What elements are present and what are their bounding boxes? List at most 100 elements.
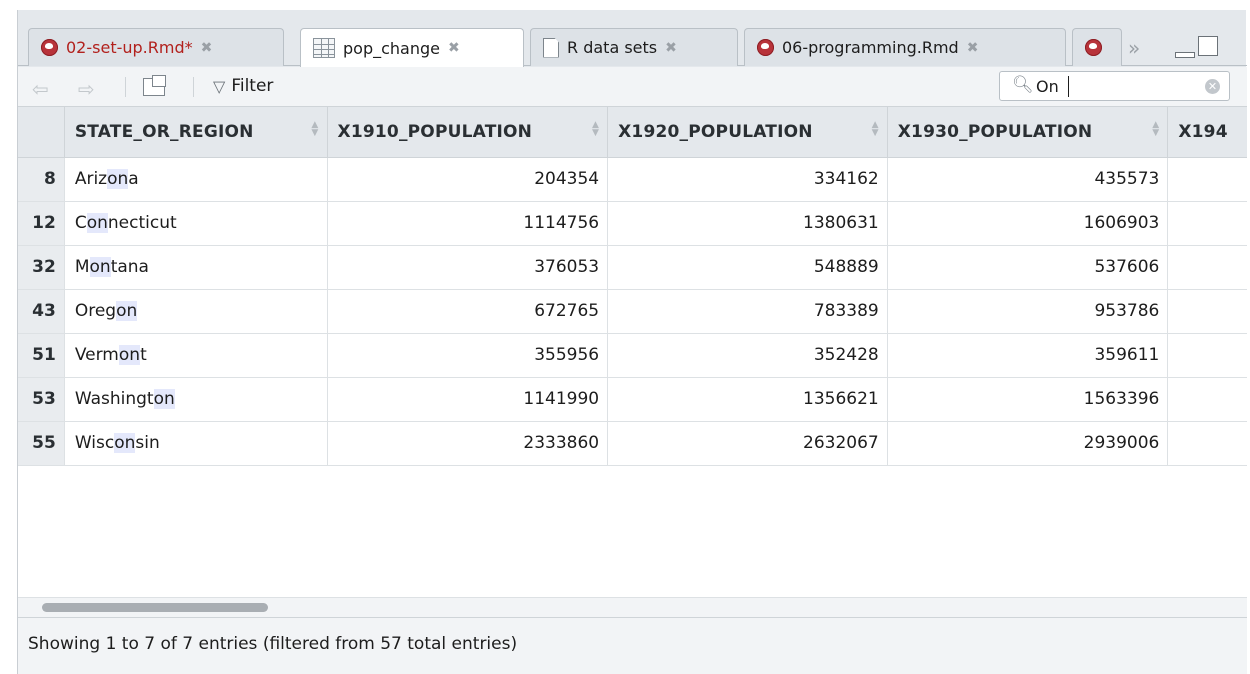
population-cell: 1114756 — [327, 201, 609, 246]
population-cell: 204354 — [327, 157, 609, 202]
table-row[interactable]: 55 Wisconsin 2333860 2632067 2939006 — [18, 421, 1247, 466]
popout-window-icon[interactable] — [143, 75, 166, 96]
entries-summary: Showing 1 to 7 of 7 entries (filtered fr… — [28, 634, 518, 654]
population-cell: 672765 — [327, 289, 609, 334]
tab-02-set-up[interactable]: 02-set-up.Rmd* ✖ — [28, 28, 284, 66]
population-cell: 783389 — [607, 289, 888, 334]
population-cell-partial — [1167, 333, 1247, 378]
close-icon[interactable]: ✖ — [967, 40, 979, 56]
column-header-state[interactable]: STATE_OR_REGION ▲ ▼ — [64, 107, 328, 158]
population-cell: 2632067 — [607, 421, 888, 466]
more-tabs-icon[interactable]: » — [1128, 36, 1140, 60]
minimize-icon[interactable] — [1175, 52, 1195, 58]
population-cell-partial — [1167, 157, 1247, 202]
column-header-x1930[interactable]: X1930_POPULATION ▲ ▼ — [887, 107, 1169, 158]
search-input[interactable] — [1036, 75, 1186, 97]
rmd-icon — [41, 39, 58, 56]
state-cell: Connecticut — [64, 201, 328, 246]
state-text: M — [74, 257, 90, 277]
column-header-x1920[interactable]: X1920_POPULATION ▲ ▼ — [607, 107, 888, 158]
state-text: sin — [135, 433, 160, 453]
state-text: Wisc — [74, 433, 115, 453]
tab-label: pop_change — [343, 38, 440, 58]
state-cell: Washington — [64, 377, 328, 422]
tab-label: 02-set-up.Rmd* — [66, 38, 193, 57]
table-row[interactable]: 43 Oregon 672765 783389 953786 — [18, 289, 1247, 334]
data-grid[interactable]: STATE_OR_REGION ▲ ▼ X1910_POPULATION ▲ ▼ X19… — [18, 107, 1247, 597]
toolbar-divider — [193, 77, 194, 97]
population-cell: 359611 — [887, 333, 1169, 378]
header-row: STATE_OR_REGION ▲ ▼ X1910_POPULATION ▲ ▼ X19… — [18, 107, 1247, 158]
population-cell: 376053 — [327, 245, 609, 290]
population-cell-partial — [1167, 201, 1247, 246]
tab-bar: 02-set-up.Rmd* ✖ pop_change ✖ R data set… — [18, 28, 1247, 67]
viewer-toolbar: ⇦ ⇨ ▽ Filter 🔍︎ ✕ — [18, 67, 1247, 107]
table-row[interactable]: 32 Montana 376053 548889 537606 — [18, 245, 1247, 290]
toolbar-divider — [125, 77, 126, 97]
population-cell: 1380631 — [607, 201, 888, 246]
back-arrow-icon[interactable]: ⇦ — [32, 77, 49, 101]
column-header-rownum — [18, 107, 65, 158]
state-text: C — [74, 213, 87, 233]
population-cell-partial — [1167, 421, 1247, 466]
filter-label: Filter — [231, 76, 274, 96]
row-number: 32 — [18, 245, 65, 290]
population-cell: 2333860 — [327, 421, 609, 466]
clear-search-icon[interactable]: ✕ — [1205, 79, 1220, 94]
state-text: t — [140, 345, 147, 365]
close-icon[interactable]: ✖ — [665, 40, 677, 56]
tab-label: R data sets — [567, 38, 658, 57]
maximize-icon[interactable] — [1198, 36, 1218, 56]
state-cell: Oregon — [64, 289, 328, 334]
row-number: 51 — [18, 333, 65, 378]
state-cell: Arizona — [64, 157, 328, 202]
close-icon[interactable]: ✖ — [201, 40, 213, 56]
table-row[interactable]: 8 Arizona 204354 334162 435573 — [18, 157, 1247, 202]
rmd-icon — [757, 39, 774, 56]
close-icon[interactable]: ✖ — [448, 40, 460, 56]
tab-06-programming[interactable]: 06-programming.Rmd ✖ — [744, 28, 1066, 66]
column-header-label: X1910_POPULATION — [337, 121, 533, 142]
population-cell: 352428 — [607, 333, 888, 378]
search-match-highlight: on — [107, 169, 129, 189]
search-match-highlight: on — [114, 433, 136, 453]
state-cell: Wisconsin — [64, 421, 328, 466]
population-cell: 355956 — [327, 333, 609, 378]
filter-button[interactable]: ▽ Filter — [213, 76, 273, 96]
state-text: a — [128, 169, 139, 189]
sort-arrows-icon[interactable]: ▲ ▼ — [311, 121, 318, 138]
population-cell: 435573 — [887, 157, 1169, 202]
rmd-icon — [1085, 39, 1102, 56]
column-header-x1910[interactable]: X1910_POPULATION ▲ ▼ — [327, 107, 609, 158]
table-row[interactable]: 51 Vermont 355956 352428 359611 — [18, 333, 1247, 378]
population-cell: 1141990 — [327, 377, 609, 422]
population-cell: 2939006 — [887, 421, 1169, 466]
row-number: 12 — [18, 201, 65, 246]
horizontal-scrollbar[interactable] — [18, 597, 1247, 617]
tab-overflow-partial[interactable] — [1072, 28, 1122, 66]
column-header-x194-partial[interactable]: X194 — [1167, 107, 1247, 158]
forward-arrow-icon[interactable]: ⇨ — [78, 77, 95, 101]
search-match-highlight: on — [89, 257, 111, 277]
status-bar: Showing 1 to 7 of 7 entries (filtered fr… — [18, 617, 1247, 674]
tab-pop-change[interactable]: pop_change ✖ — [300, 28, 524, 67]
state-text: Washingt — [74, 389, 154, 409]
scrollbar-thumb[interactable] — [42, 603, 268, 612]
sort-arrows-icon[interactable]: ▲ ▼ — [872, 121, 879, 138]
data-viewer-window: 02-set-up.Rmd* ✖ pop_change ✖ R data set… — [17, 10, 1247, 674]
search-icon: 🔍︎ — [1012, 75, 1034, 95]
document-icon — [543, 37, 559, 58]
sort-arrows-icon[interactable]: ▲ ▼ — [1152, 121, 1159, 138]
sort-arrows-icon[interactable]: ▲ ▼ — [592, 121, 599, 138]
table-row[interactable]: 53 Washington 1141990 1356621 1563396 — [18, 377, 1247, 422]
tab-label: 06-programming.Rmd — [782, 38, 959, 57]
tab-r-data-sets[interactable]: R data sets ✖ — [530, 28, 738, 66]
population-cell: 1356621 — [607, 377, 888, 422]
column-header-label: X194 — [1178, 121, 1228, 142]
population-cell-partial — [1167, 245, 1247, 290]
search-box[interactable]: 🔍︎ ✕ — [999, 71, 1230, 101]
column-header-label: X1920_POPULATION — [618, 121, 813, 142]
row-number: 8 — [18, 157, 65, 202]
funnel-icon: ▽ — [213, 76, 226, 96]
table-row[interactable]: 12 Connecticut 1114756 1380631 1606903 — [18, 201, 1247, 246]
